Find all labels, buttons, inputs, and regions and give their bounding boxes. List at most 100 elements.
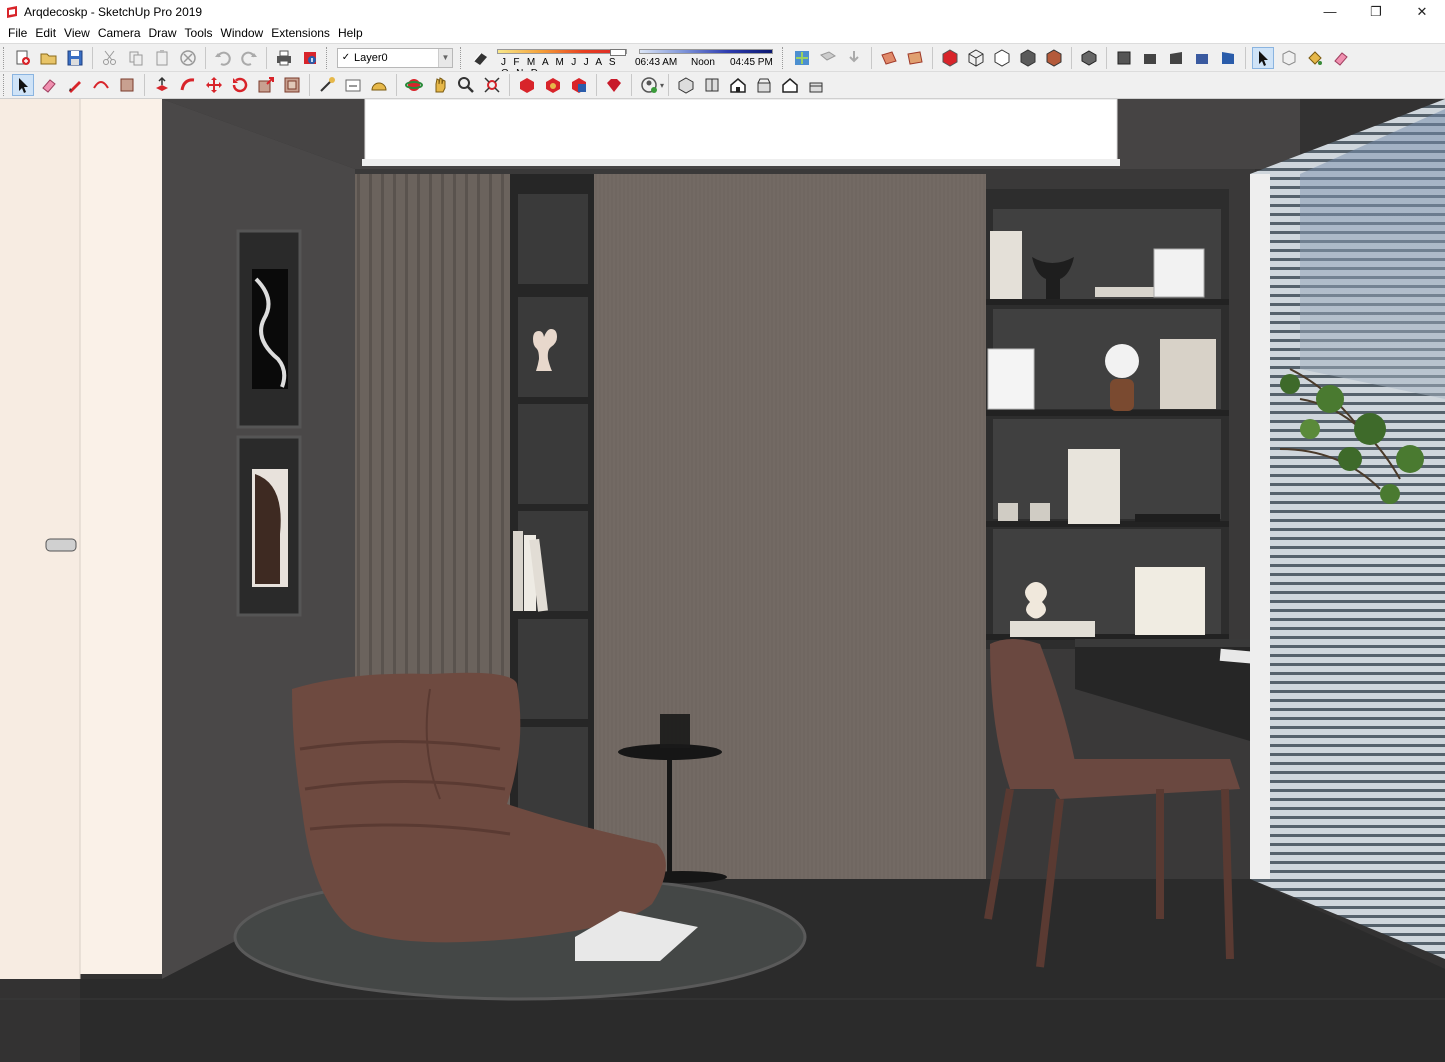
model-info-button[interactable] — [299, 47, 321, 69]
minimize-button[interactable]: — — [1307, 0, 1353, 23]
select-tool-button[interactable] — [1252, 46, 1274, 69]
print-button[interactable] — [273, 47, 295, 69]
shaded-style-button[interactable] — [1017, 47, 1039, 69]
display-section-planes-button[interactable] — [904, 47, 926, 69]
warehouse-button[interactable] — [516, 74, 538, 96]
menu-help[interactable]: Help — [334, 26, 367, 40]
chevron-down-icon[interactable]: ▼ — [438, 48, 452, 67]
menu-camera[interactable]: Camera — [94, 26, 145, 40]
account-dropdown-arrow[interactable]: ▾ — [660, 81, 664, 90]
shadows-toggle-button[interactable] — [469, 47, 491, 69]
offset-tool-button[interactable] — [281, 74, 303, 96]
copy-button[interactable] — [125, 47, 147, 69]
protractor-button[interactable] — [368, 74, 390, 96]
line-tool-button[interactable] — [64, 74, 86, 96]
maximize-button[interactable]: ❐ — [1353, 0, 1399, 23]
pencil-icon — [69, 81, 81, 93]
location-button[interactable] — [791, 47, 813, 69]
new-file-icon — [16, 50, 30, 65]
xray-style-button[interactable] — [939, 47, 961, 69]
erase-button[interactable] — [177, 47, 199, 69]
zoom-tool-button[interactable] — [455, 74, 477, 96]
hidden-line-style-button[interactable] — [991, 47, 1013, 69]
top-view-button-2[interactable] — [701, 74, 723, 96]
model-viewport[interactable] — [0, 99, 1445, 1062]
iso-view-button-2[interactable] — [675, 74, 697, 96]
tape-measure-button[interactable] — [316, 74, 338, 96]
undo-button[interactable] — [212, 47, 234, 69]
menu-edit[interactable]: Edit — [31, 26, 60, 40]
offset-icon — [284, 77, 300, 93]
left-view-button[interactable] — [1217, 47, 1239, 69]
cut-button[interactable] — [99, 47, 121, 69]
back-view-button[interactable] — [1191, 47, 1213, 69]
3d-warehouse-icon — [520, 78, 534, 93]
pan-tool-button[interactable] — [429, 74, 451, 96]
toolbar-grip[interactable] — [326, 46, 330, 69]
orbit-tool-button[interactable] — [403, 74, 425, 96]
menu-view[interactable]: View — [60, 26, 94, 40]
toolbar-grip[interactable] — [460, 46, 464, 69]
shadow-time-slider[interactable]: 06:43 AM Noon 04:45 PM — [635, 46, 777, 70]
redo-button[interactable] — [238, 47, 260, 69]
arc-icon — [93, 81, 109, 89]
toolbar-grip[interactable] — [3, 74, 7, 96]
select-button[interactable] — [12, 74, 34, 96]
shape-tool-button[interactable] — [116, 74, 138, 96]
account-button[interactable] — [638, 74, 660, 96]
back-view-button-2[interactable] — [779, 74, 801, 96]
menu-tools[interactable]: Tools — [181, 26, 217, 40]
scale-tool-button[interactable] — [255, 74, 277, 96]
shadow-date-slider[interactable]: J F M A M J J A S O N D — [495, 46, 631, 79]
save-button[interactable] — [64, 47, 86, 69]
paint-bucket-button[interactable] — [1304, 47, 1326, 69]
photo-texture-button[interactable] — [817, 47, 839, 69]
menu-draw[interactable]: Draw — [145, 26, 181, 40]
eraser-button[interactable] — [1330, 47, 1352, 69]
extension-manager-button[interactable] — [603, 74, 625, 96]
push-pull-button[interactable] — [151, 74, 173, 96]
toolbar-grip[interactable] — [782, 46, 786, 69]
new-model-button[interactable] — [12, 47, 34, 69]
menu-file[interactable]: File — [4, 26, 31, 40]
front-view-button-2[interactable] — [727, 74, 749, 96]
toolbar-separator — [309, 74, 310, 96]
open-button[interactable] — [38, 47, 60, 69]
layer-dropdown[interactable]: ✓ Layer0 ▼ — [337, 47, 453, 68]
iso-view-button[interactable] — [1078, 47, 1100, 69]
front-view-button[interactable] — [1139, 47, 1161, 69]
wood-veneer-wall — [594, 174, 986, 879]
rotate-icon — [232, 77, 248, 93]
paste-button[interactable] — [151, 47, 173, 69]
dimension-tool-button[interactable] — [342, 74, 364, 96]
window-title: Arqdecoskp - SketchUp Pro 2019 — [24, 4, 203, 19]
make-component-button[interactable] — [1278, 47, 1300, 69]
zoom-extents-icon — [484, 77, 500, 93]
add-terrain-button[interactable] — [843, 47, 865, 69]
push-pull-icon — [156, 76, 168, 91]
section-plane-button[interactable] — [878, 47, 900, 69]
arc-tool-button[interactable] — [90, 74, 112, 96]
sunrise-label: 06:43 AM — [635, 56, 678, 68]
rotate-tool-button[interactable] — [229, 74, 251, 96]
menu-extensions[interactable]: Extensions — [267, 26, 334, 40]
wireframe-style-button[interactable] — [965, 47, 987, 69]
menu-window[interactable]: Window — [217, 26, 268, 40]
toolbar-grip[interactable] — [3, 46, 7, 69]
right-view-button-2[interactable] — [753, 74, 775, 96]
zoom-extents-button[interactable] — [481, 74, 503, 96]
follow-me-button[interactable] — [177, 74, 199, 96]
textured-style-button[interactable] — [1043, 47, 1065, 69]
top-view-button[interactable] — [1113, 47, 1135, 69]
globe-lamp — [1105, 344, 1139, 378]
close-button[interactable]: ✕ — [1399, 0, 1445, 23]
toolbar-separator — [92, 46, 93, 69]
toolbar-separator — [266, 46, 267, 69]
left-view-button-2[interactable] — [805, 74, 827, 96]
extension-warehouse-button[interactable] — [568, 74, 590, 96]
right-view-button[interactable] — [1165, 47, 1187, 69]
eraser-tool-button[interactable] — [38, 74, 60, 96]
toolbar-separator — [932, 46, 933, 69]
share-component-button[interactable] — [542, 74, 564, 96]
move-tool-button[interactable] — [203, 74, 225, 96]
